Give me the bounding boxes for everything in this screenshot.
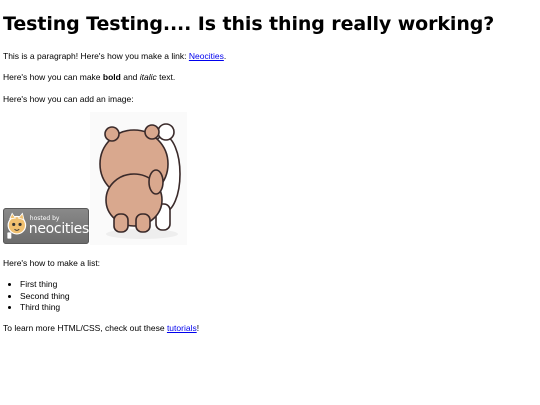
bear-image xyxy=(90,112,187,245)
badge-neocities: neocities xyxy=(28,221,90,237)
paragraph-format-and: and xyxy=(120,72,140,82)
italic-text: italic xyxy=(139,72,157,82)
paragraph-format: Here's how you can make bold and italic … xyxy=(3,72,175,82)
paragraph-learn-end: ! xyxy=(196,323,200,333)
list-intro: Here's how to make a list: xyxy=(3,258,101,268)
neocities-cat-logo xyxy=(7,212,27,239)
tutorials-link[interactable]: tutorials xyxy=(167,323,197,333)
paragraph-link-text: This is a paragraph! Here's how you make… xyxy=(3,51,189,61)
hosted-by-neocities-badge[interactable]: hosted by neocities xyxy=(3,208,89,244)
bullet-list: First thing Second thing Third thing xyxy=(3,279,70,314)
list-item: Third thing xyxy=(20,302,70,314)
bold-text: bold xyxy=(102,72,121,82)
paragraph-link-end: . xyxy=(223,51,227,61)
paragraph-image: Here's how you can add an image: xyxy=(3,94,134,104)
paragraph-learn-text: To learn more HTML/CSS, check out these xyxy=(3,323,167,333)
paragraph-link: This is a paragraph! Here's how you make… xyxy=(3,51,226,61)
list-item: Second thing xyxy=(20,291,70,303)
page-title: Testing Testing.... Is this thing really… xyxy=(3,13,495,35)
paragraph-learn: To learn more HTML/CSS, check out these … xyxy=(3,323,199,333)
paragraph-format-end: text. xyxy=(156,72,176,82)
badge-text: hosted by neocities xyxy=(28,216,90,237)
paragraph-format-text: Here's how you can make xyxy=(3,72,103,82)
neocities-link[interactable]: Neocities xyxy=(189,51,224,61)
list-item: First thing xyxy=(20,279,70,291)
bear-illustration xyxy=(99,123,181,239)
